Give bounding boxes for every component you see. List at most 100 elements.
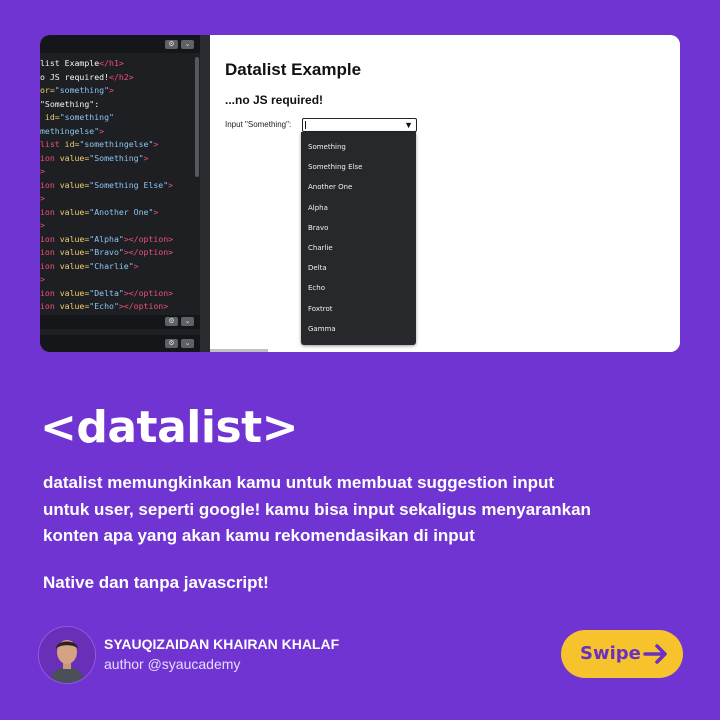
dropdown-option[interactable]: Something Else [308,163,362,171]
editor-toolbar-secondary: ⚙ ⌄ [40,315,200,329]
preview-scrollbar[interactable] [210,349,268,352]
arrow-right-icon [643,644,667,664]
code-token: </h2> [109,71,134,82]
code-token: ></option> [118,301,169,311]
code-line: > [40,273,198,287]
code-token: "Echo" [89,301,119,311]
code-line: methingelse"> [40,125,198,139]
pane-divider[interactable] [200,35,210,352]
code-token: "Something Else" [89,179,169,190]
swipe-button[interactable]: Swipe [561,630,683,678]
description-line: konten apa yang akan kamu rekomendasikan… [43,526,475,545]
chevron-down-icon[interactable]: ⌄ [181,339,194,348]
settings-icon[interactable]: ⚙ [165,40,178,49]
code-token: value= [59,179,90,190]
code-token: ion [40,179,60,190]
code-token: list Example [40,58,100,68]
dropdown-option[interactable]: Something [308,143,346,151]
code-line: ion value="Charlie"> [40,260,198,274]
code-token: > [153,139,159,149]
code-token: id= [40,112,60,122]
code-token: > [109,85,114,95]
datalist-input[interactable]: ▼ [302,118,417,132]
chevron-down-icon[interactable]: ⌄ [181,317,194,326]
code-token: ></option> [123,287,174,298]
code-token: methingelse" [40,125,100,136]
code-token: ion [40,233,60,244]
code-line: ion value="Another One"> [40,206,198,220]
code-token: ion [40,247,60,257]
code-line: ion value="Delta"></option> [40,287,198,301]
chevron-down-icon[interactable]: ⌄ [181,40,194,49]
code-editor-pane: ⚙ ⌄ list Example</h1> o JS required!</h2>… [40,35,210,352]
code-token: > [133,260,139,271]
code-token: "something" [54,85,110,95]
code-token: > [40,166,45,176]
swipe-label: Swipe [580,643,641,664]
code-token: "Bravo" [89,247,124,257]
code-token: > [40,193,45,203]
code-token: value= [59,287,90,298]
dropdown-option[interactable]: Foxtrot [308,305,332,313]
avatar [38,626,96,684]
code-line: ion value="Alpha"></option> [40,233,198,247]
code-token: value= [59,152,90,163]
description-line: untuk user, seperti google! kamu bisa in… [43,499,591,519]
code-token: id= [64,139,80,149]
code-token: or= [40,85,55,95]
code-line: list Example</h1> [40,57,198,71]
code-token: value= [59,233,90,244]
preview-subheading: ...no JS required! [225,93,324,107]
dropdown-option[interactable]: Alpha [308,204,328,212]
dropdown-option[interactable]: Bravo [308,224,328,232]
code-line: > [40,219,198,233]
code-token: "Something" [89,152,144,163]
code-line: o JS required!</h2> [40,71,198,85]
code-token: ion [40,206,60,217]
dropdown-option[interactable]: Charlie [308,244,333,252]
editor-toolbar: ⚙ ⌄ [40,35,200,53]
code-token: > [40,220,45,230]
dropdown-option[interactable]: Delta [308,264,327,272]
preview-heading: Datalist Example [225,60,362,79]
code-line: ion value="Bravo"></option> [40,246,198,260]
code-screenshot: ⚙ ⌄ list Example</h1> o JS required!</h2>… [40,35,680,352]
code-token: "Another One" [89,206,154,217]
avatar-portrait-icon [39,627,95,683]
code-line: ion value="Something Else"> [40,179,198,193]
preview-pane: Datalist Example ...no JS required! Inpu… [210,35,680,352]
editor-scrollbar[interactable] [195,57,199,177]
code-token: ion [40,260,60,271]
dropdown-arrow-icon[interactable]: ▼ [404,119,413,131]
code-line: > [40,165,198,179]
code-token: ion [40,152,60,163]
code-token: value= [59,247,90,257]
code-token: value= [59,206,90,217]
code-line: "Something": [40,98,198,112]
dropdown-option[interactable]: Another One [308,183,352,191]
dropdown-option[interactable]: Echo [308,284,325,292]
code-line: or="something"> [40,84,198,98]
code-line: id="something" [40,111,198,125]
code-token: "Alpha" [89,233,124,244]
description: datalist memungkinkan kamu untuk membuat… [43,470,693,550]
code-token: ></option> [123,233,174,244]
code-token: "Delta" [89,287,124,298]
code-token: ></option> [123,247,174,257]
code-token: > [168,179,174,190]
code-token: </h1> [99,58,124,68]
dropdown-option[interactable]: Gamma [308,325,336,333]
code-token: > [153,206,159,217]
settings-icon[interactable]: ⚙ [165,339,178,348]
code-token: ion [40,301,60,311]
code-line: ion value="Something"> [40,152,198,166]
code-token: > [99,125,105,136]
author-name: SYAUQIZAIDAN KHAIRAN KHALAF [104,636,340,652]
code-line: ion value="Echo"></option> [40,300,198,312]
note-text: Native dan tanpa javascript! [43,573,269,592]
code-listing: list Example</h1> o JS required!</h2> or="… [40,57,198,312]
settings-icon[interactable]: ⚙ [165,317,178,326]
code-token: "Charlie" [89,260,134,271]
page-title: <datalist> [40,402,299,453]
input-label: Input "Something": [225,120,292,129]
